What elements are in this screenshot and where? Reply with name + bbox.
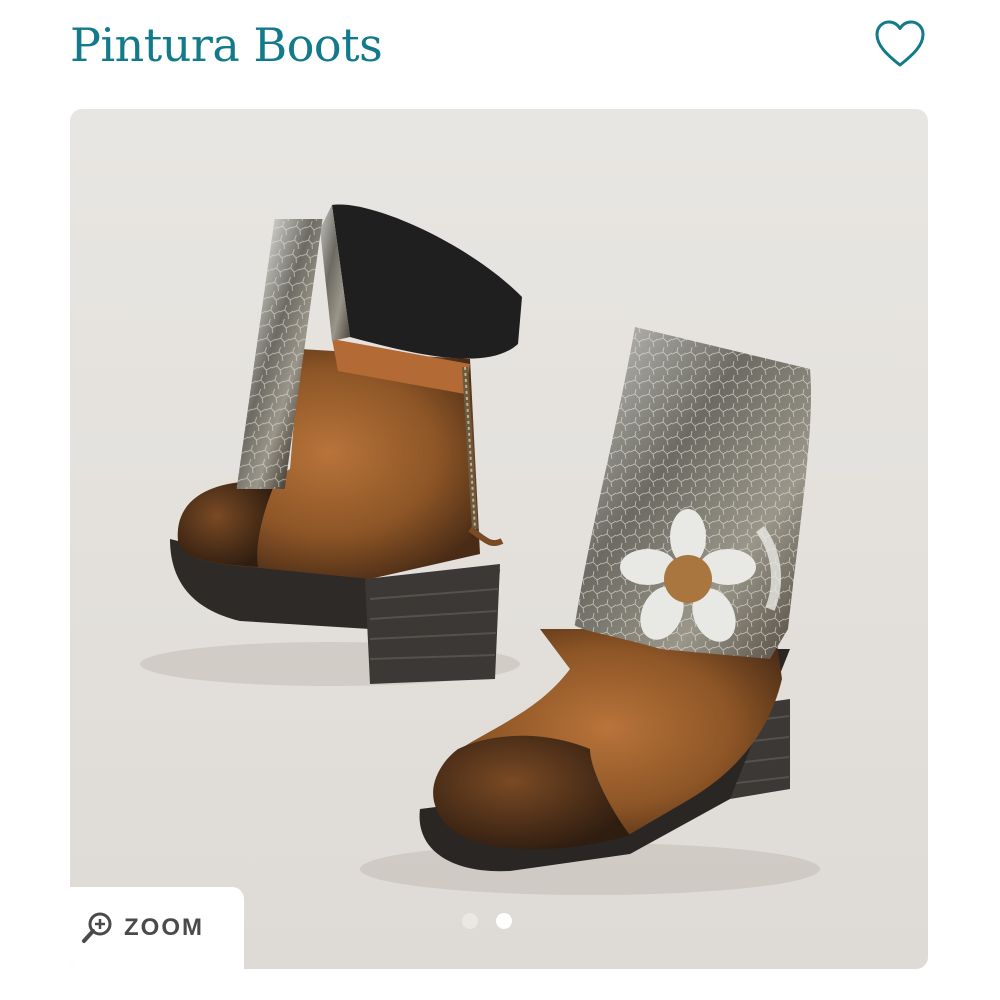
pager-dot-2[interactable] <box>496 913 512 929</box>
zoom-button[interactable]: ZOOM <box>70 887 244 969</box>
zoom-label: ZOOM <box>124 914 204 941</box>
product-image-gallery[interactable]: ZOOM <box>70 109 928 969</box>
image-pager <box>462 913 512 929</box>
magnifier-plus-icon <box>82 912 112 943</box>
pager-dot-1[interactable] <box>462 913 478 929</box>
heart-outline-icon[interactable] <box>872 16 928 72</box>
product-title: Pintura Boots <box>70 18 383 72</box>
product-photo-boots <box>140 204 820 895</box>
